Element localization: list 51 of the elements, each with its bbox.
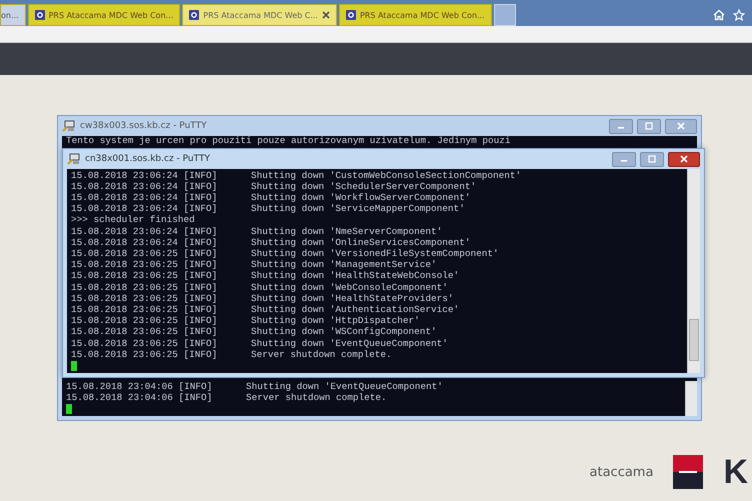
terminal-line: 15.08.2018 23:06:25 [INFO] Shutting down 'ManagementService' [71, 259, 438, 270]
terminal-line: 15.08.2018 23:06:24 [INFO] Shutting down 'OnlineServicesComponent' [71, 236, 472, 248]
partner-logo-text: K [723, 455, 748, 489]
star-icon[interactable] [733, 9, 745, 21]
browser-tab[interactable]: PRS Ataccama MDC Web Con... [28, 4, 180, 26]
window-title: cw38x003.sos.kb.cz - PuTTY [80, 121, 207, 131]
terminal-line: 15.08.2018 23:06:24 [INFO] Shutting down 'SchedulerServerComponent' [71, 180, 478, 192]
close-icon [680, 155, 688, 163]
terminal-line: 15.08.2018 23:06:25 [INFO] Shutting down 'WebConsoleComponent' [71, 282, 449, 293]
window-title: cn38x001.sos.kb.cz - PuTTY [85, 154, 210, 164]
terminal-line: Tento system je urcen pro pouziti pouze autorizovanym uzivatelum. Jedinym pouzi [66, 136, 512, 146]
terminal-line: 15.08.2018 23:06:24 [INFO] Shutting down 'WorkflowServerComponent' [71, 192, 472, 204]
terminal-line: 15.08.2018 23:04:06 [INFO] Server shutdown complete. [66, 392, 388, 403]
new-tab-button[interactable] [494, 4, 516, 26]
computer-icon [62, 120, 76, 132]
terminal-line: 15.08.2018 23:06:25 [INFO] Shutting down 'VersionedFileSystemComponent' [71, 248, 500, 260]
terminal-line: 15.08.2018 23:06:25 [INFO] Shutting down 'HealthStateWebConsole' [71, 270, 460, 282]
scrollbar[interactable] [687, 169, 700, 373]
maximize-button[interactable] [637, 118, 661, 134]
terminal-line: 15.08.2018 23:06:25 [INFO] Shutting down 'EventQueueComponent' [71, 338, 449, 349]
terminal-line: 15.08.2018 23:06:25 [INFO] Server shutdown complete. [71, 348, 393, 360]
cursor-icon [71, 361, 77, 371]
maximize-button[interactable] [640, 152, 664, 166]
browser-tab[interactable]: PRS Ataccama MDC Web Con... [338, 4, 492, 26]
terminal-line: 15.08.2018 23:04:06 [INFO] Shutting down 'EventQueueComponent' [66, 380, 444, 392]
cursor-icon [66, 404, 72, 414]
terminal-line: 15.08.2018 23:06:25 [INFO] Shutting down 'WSConfigComponent' [71, 326, 438, 338]
app-icon [346, 10, 356, 20]
terminal-line: 15.08.2018 23:06:24 [INFO] Shutting down 'NmeServerComponent' [71, 226, 444, 237]
scrollbar[interactable] [685, 380, 697, 416]
minimize-button[interactable] [612, 152, 636, 166]
maximize-icon [645, 122, 653, 130]
terminal-line: 15.08.2018 23:06:24 [INFO] Shutting down 'CustomWebConsoleSectionComponent' [71, 170, 522, 181]
close-icon[interactable] [322, 11, 330, 19]
maximize-icon [648, 155, 656, 163]
minimize-button[interactable] [609, 118, 633, 134]
browser-tab[interactable]: on... [0, 4, 26, 26]
app-icon [34, 10, 45, 20]
terminal-line: >>> scheduler finished [71, 214, 196, 226]
close-button[interactable] [668, 152, 700, 166]
browser-tab[interactable]: PRS Ataccama MDC Web C... [182, 4, 337, 26]
close-icon [677, 122, 685, 130]
app-icon [189, 10, 200, 20]
terminal-line: 15.08.2018 23:06:24 [INFO] Shutting down 'ServiceMapperComponent' [71, 203, 466, 214]
computer-icon [67, 153, 81, 165]
brand-logo-text: ataccama [590, 464, 654, 480]
terminal-line: 15.08.2018 23:06:25 [INFO] Shutting down 'HealthStateProviders' [71, 292, 455, 304]
bank-logo-icon [673, 455, 704, 489]
home-icon[interactable] [713, 9, 725, 21]
terminal-line: 15.08.2018 23:06:25 [INFO] Shutting down 'AuthenticationService' [71, 304, 460, 316]
terminal-line: 15.08.2018 23:06:25 [INFO] Shutting down 'HttpDispatcher' [71, 315, 421, 326]
